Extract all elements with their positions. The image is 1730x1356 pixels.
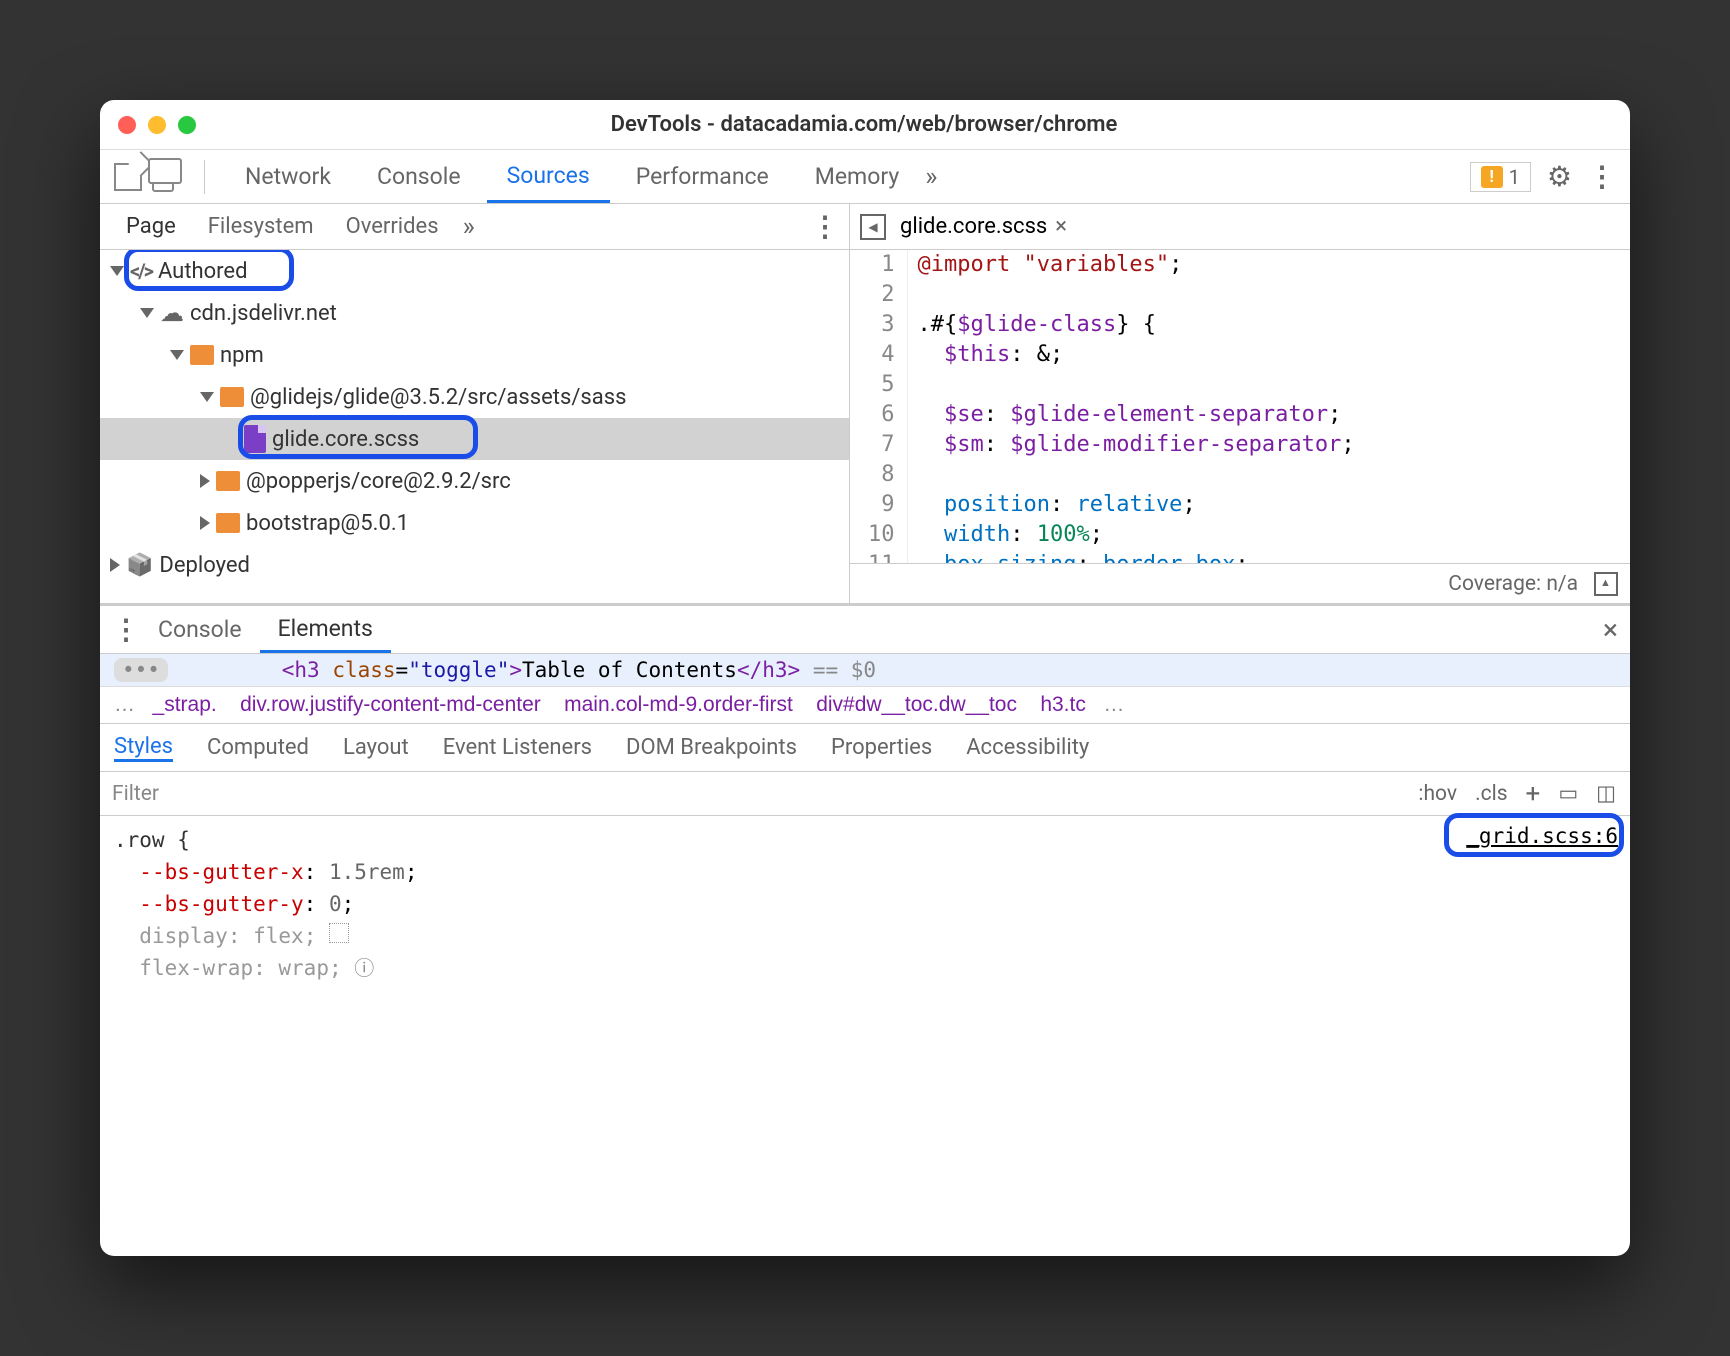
window-title: DevTools - datacadamia.com/web/browser/c… (116, 112, 1612, 137)
elements-style-tabs: Styles Computed Layout Event Listeners D… (100, 724, 1630, 772)
tree-pkg-glide[interactable]: @glidejs/glide@3.5.2/src/assets/sass (100, 376, 849, 418)
code-icon (130, 259, 152, 284)
settings-icon[interactable] (1547, 160, 1572, 193)
sidebar-tab-filesystem[interactable]: Filesystem (192, 214, 330, 239)
tree-file-glide[interactable]: glide.core.scss (100, 418, 849, 460)
elements-selected-line[interactable]: ••• <h3 class="toggle">Table of Contents… (100, 654, 1630, 687)
sources-sidebar: Page Filesystem Overrides Authored cdn.j… (100, 204, 850, 603)
accessibility-tab[interactable]: Accessibility (966, 735, 1089, 760)
elements-breadcrumb[interactable]: … _strap. div.row.justify-content-md-cen… (100, 687, 1630, 724)
tab-sources[interactable]: Sources (487, 150, 610, 203)
sidebar-tab-overrides[interactable]: Overrides (330, 214, 455, 239)
hov-button[interactable]: :hov (1418, 782, 1457, 806)
tree-host[interactable]: cdn.jsdelivr.net (100, 292, 849, 334)
line-gutter: 12 34 56 78 910 11 (850, 250, 908, 563)
computed-tab[interactable]: Computed (207, 735, 309, 760)
sidebar-menu-icon[interactable] (811, 210, 839, 243)
editor-file-tab[interactable]: glide.core.scss (900, 214, 1067, 239)
styles-tab[interactable]: Styles (114, 734, 173, 762)
file-icon (244, 425, 266, 453)
more-tabs-icon[interactable] (925, 162, 937, 192)
drawer: Console Elements × ••• <h3 class="toggle… (100, 604, 1630, 1256)
tree-npm[interactable]: npm (100, 334, 849, 376)
titlebar: DevTools - datacadamia.com/web/browser/c… (100, 100, 1630, 150)
warning-icon: ! (1481, 166, 1503, 188)
dom-breakpoints-tab[interactable]: DOM Breakpoints (626, 735, 797, 760)
device-toolbar-icon[interactable] (152, 162, 174, 192)
kebab-menu-icon[interactable] (1588, 160, 1616, 193)
editor-tab-label: glide.core.scss (900, 214, 1047, 239)
drawer-menu-icon[interactable] (112, 613, 140, 646)
drawer-tab-elements[interactable]: Elements (260, 606, 391, 653)
info-icon[interactable] (354, 956, 374, 980)
tree-label: Deployed (159, 553, 250, 578)
cloud-icon (160, 299, 184, 327)
styles-filter-input[interactable]: Filter (100, 782, 1418, 806)
coverage-label: Coverage: n/a (1448, 572, 1578, 596)
more-sidebar-tabs-icon[interactable] (463, 212, 475, 242)
tree-label: npm (220, 343, 264, 368)
style-rule[interactable]: _grid.scss:6 .row { --bs-gutter-x: 1.5re… (100, 816, 1630, 992)
style-selector: .row { (114, 824, 1616, 856)
deployed-icon (126, 553, 153, 578)
folder-icon (190, 345, 214, 365)
tab-memory[interactable]: Memory (795, 150, 919, 203)
tree-pkg-bootstrap[interactable]: bootstrap@5.0.1 (100, 502, 849, 544)
close-drawer-icon[interactable]: × (1603, 613, 1618, 646)
navigate-back-icon[interactable] (860, 214, 886, 240)
folder-icon (220, 387, 244, 407)
separator (204, 160, 205, 194)
close-tab-icon[interactable] (1055, 214, 1067, 239)
inspect-element-icon[interactable] (114, 163, 142, 191)
folder-icon (216, 471, 240, 491)
tree-label: @popperjs/core@2.9.2/src (246, 469, 511, 494)
expand-up-icon[interactable] (1594, 572, 1618, 596)
source-editor: glide.core.scss 12 34 56 78 910 11 @impo… (850, 204, 1630, 603)
layout-tab[interactable]: Layout (343, 735, 409, 760)
tree-label: glide.core.scss (272, 427, 419, 452)
folder-icon (216, 513, 240, 533)
issues-badge[interactable]: ! 1 (1470, 162, 1531, 192)
code-text[interactable]: @import "variables"; .#{$glide-class} { … (908, 250, 1355, 563)
toggle-sidebar-icon[interactable]: ◫ (1596, 781, 1616, 806)
devtools-toolbar: Network Console Sources Performance Memo… (100, 150, 1630, 204)
tree-deployed[interactable]: Deployed (100, 544, 849, 586)
issues-count: 1 (1509, 165, 1520, 189)
computed-panel-icon[interactable]: ▭ (1558, 781, 1578, 806)
tree-label: @glidejs/glide@3.5.2/src/assets/sass (250, 385, 626, 410)
tree-label: bootstrap@5.0.1 (246, 511, 409, 536)
tab-performance[interactable]: Performance (616, 150, 789, 203)
file-tree: Authored cdn.jsdelivr.net npm @glidejs/g… (100, 250, 849, 586)
event-listeners-tab[interactable]: Event Listeners (443, 735, 592, 760)
tab-network[interactable]: Network (225, 150, 351, 203)
properties-tab[interactable]: Properties (831, 735, 932, 760)
new-rule-icon[interactable]: + (1526, 779, 1541, 809)
tab-console[interactable]: Console (357, 150, 481, 203)
tree-label: cdn.jsdelivr.net (190, 301, 337, 326)
cls-button[interactable]: .cls (1475, 782, 1507, 806)
tree-label: Authored (158, 259, 248, 284)
tree-pkg-popper[interactable]: @popperjs/core@2.9.2/src (100, 460, 849, 502)
style-source-link[interactable]: _grid.scss:6 (1466, 820, 1618, 852)
sidebar-tab-page[interactable]: Page (110, 214, 192, 239)
drawer-tab-console[interactable]: Console (140, 606, 260, 653)
tree-authored[interactable]: Authored (100, 250, 849, 292)
flex-box-icon[interactable] (329, 923, 349, 943)
